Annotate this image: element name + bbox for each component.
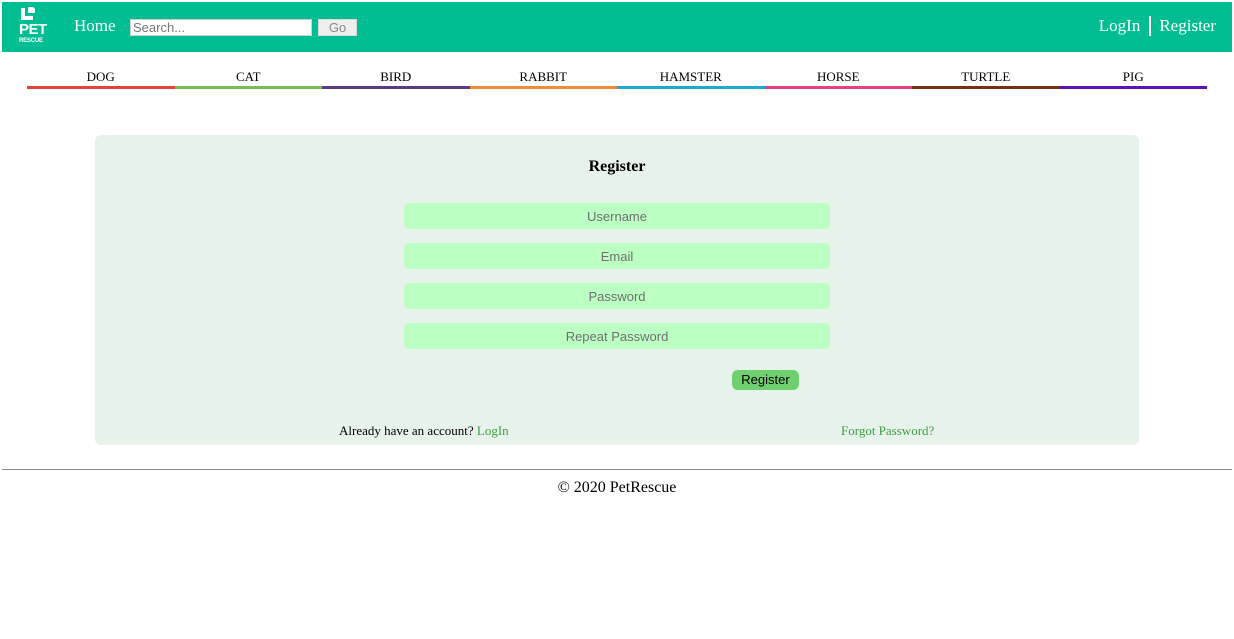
login-link[interactable]: LogIn [1099,16,1141,36]
category-bird[interactable]: BIRD [322,69,470,89]
home-link[interactable]: Home [74,16,116,36]
dog-logo-icon [21,5,37,21]
search-input[interactable] [130,19,312,36]
category-hamster[interactable]: HAMSTER [617,69,765,89]
category-dog[interactable]: DOG [27,69,175,89]
top-navbar: PET RESCUE Home Go LogIn Register [2,2,1232,52]
auth-divider [1149,16,1152,36]
category-nav: DOG CAT BIRD RABBIT HAMSTER HORSE TURTLE… [27,69,1207,89]
footer-divider [2,469,1232,470]
register-title: Register [588,158,646,175]
register-panel: Register Register Already have an accoun… [95,135,1139,445]
password-field[interactable] [404,283,830,309]
category-horse[interactable]: HORSE [764,69,912,89]
auth-links: LogIn Register [1099,16,1216,36]
repeat-password-field[interactable] [404,323,830,349]
search-go-button[interactable]: Go [318,19,357,36]
register-submit-button[interactable]: Register [732,370,799,390]
already-account-label: Already have an account? [339,423,474,438]
register-link[interactable]: Register [1159,16,1216,36]
already-account-text: Already have an account? LogIn [339,423,509,439]
forgot-password-link[interactable]: Forgot Password? [841,423,934,439]
pet-rescue-logo[interactable]: PET RESCUE [12,5,47,49]
category-pig[interactable]: PIG [1059,69,1207,89]
username-field[interactable] [404,203,830,229]
category-cat[interactable]: CAT [174,69,322,89]
category-rabbit[interactable]: RABBIT [469,69,617,89]
footer-copyright: © 2020 PetRescue [557,479,677,496]
login-form-link[interactable]: LogIn [477,423,509,438]
logo-text-pet: PET [19,21,47,38]
email-field[interactable] [404,243,830,269]
category-turtle[interactable]: TURTLE [912,69,1060,89]
logo-text-rescue: RESCUE [19,38,43,44]
